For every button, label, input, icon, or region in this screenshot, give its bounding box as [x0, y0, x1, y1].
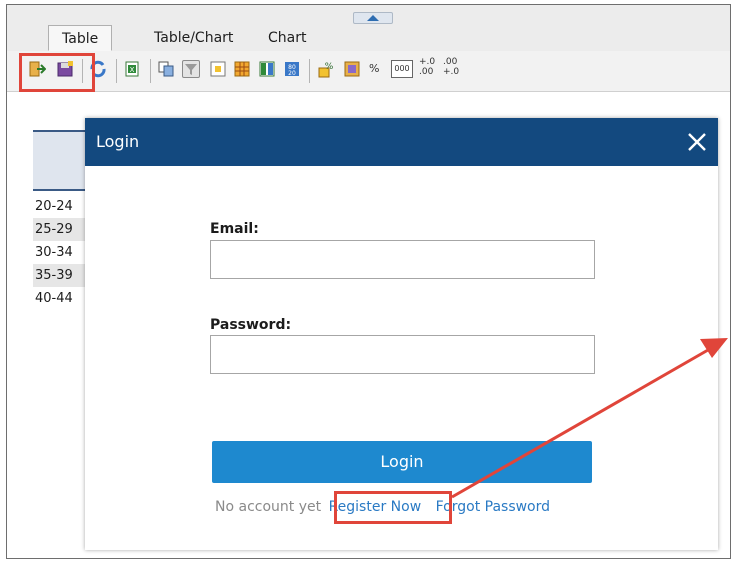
annotation-box-toolbar: [19, 53, 95, 92]
toolbar-separator: [116, 59, 117, 83]
annotation-box-register: [334, 491, 452, 524]
table-row: 35-39: [33, 264, 93, 287]
decrease-decimal-icon[interactable]: .00 +.0: [443, 57, 459, 77]
sum-icon[interactable]: [343, 60, 361, 78]
no-account-text: No account yet: [215, 499, 322, 515]
password-label: Password:: [210, 317, 292, 333]
tab-table-chart[interactable]: Table/Chart: [141, 25, 246, 51]
increase-decimal-icon[interactable]: +.0 .00: [419, 57, 435, 77]
percent-icon[interactable]: %: [369, 62, 379, 76]
percent-calc-icon[interactable]: %: [318, 60, 336, 78]
filter-icon[interactable]: [182, 60, 200, 78]
grid-icon[interactable]: [233, 60, 251, 78]
toolbar-separator: [309, 59, 310, 83]
freeze-icon[interactable]: [209, 60, 227, 78]
app-window: Table Table/Chart Chart X 80 20 % % 000 …: [0, 0, 737, 563]
thousands-icon[interactable]: 000: [391, 60, 413, 78]
svg-text:%: %: [325, 62, 334, 72]
email-field[interactable]: [210, 240, 595, 279]
login-button[interactable]: Login: [212, 441, 592, 483]
table-row: 30-34: [35, 245, 73, 260]
tab-strip: Table Table/Chart Chart: [7, 5, 730, 52]
table-header: [33, 130, 93, 191]
copy-icon[interactable]: [157, 60, 175, 78]
tab-chart[interactable]: Chart: [255, 25, 319, 51]
dialog-title: Login: [96, 132, 140, 151]
excel-icon[interactable]: X: [123, 60, 141, 78]
dialog-header: Login: [85, 118, 718, 166]
password-field[interactable]: [210, 335, 595, 374]
svg-text:20: 20: [288, 70, 296, 77]
svg-text:X: X: [130, 66, 135, 74]
forgot-password-link[interactable]: Forgot Password: [436, 499, 550, 515]
toolbar: X 80 20 % % 000 +.0 .00 .00 +.0: [7, 51, 730, 92]
table-row: 40-44: [35, 291, 73, 306]
tab-table[interactable]: Table: [48, 25, 113, 51]
toolbar-separator: [150, 59, 151, 83]
close-icon[interactable]: [684, 129, 710, 155]
collapse-toolbar-button[interactable]: [353, 12, 393, 24]
login-dialog: Login Email: Password: Login No account …: [85, 118, 718, 550]
columns-icon[interactable]: [258, 60, 276, 78]
table-row: 20-24: [35, 199, 73, 214]
sort-icon[interactable]: 80 20: [283, 60, 301, 78]
chevron-up-icon: [367, 15, 379, 21]
table-row: 25-29: [33, 218, 93, 241]
email-label: Email:: [210, 221, 259, 237]
